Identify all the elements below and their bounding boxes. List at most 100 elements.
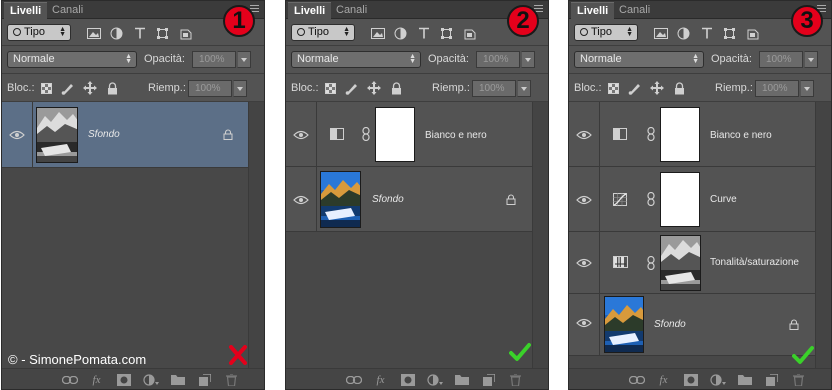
layers-scrollbar[interactable]	[248, 102, 264, 370]
layer-thumbnail-color[interactable]	[604, 296, 644, 353]
type-filter-icon[interactable]	[695, 25, 718, 41]
lock-transparency-icon[interactable]	[605, 80, 621, 96]
link-icon[interactable]	[340, 372, 367, 387]
new-layer-icon[interactable]	[758, 372, 785, 387]
layer-name[interactable]: Tonalità/saturazione	[710, 257, 799, 268]
adjustment-icon[interactable]	[704, 372, 731, 387]
layer-name[interactable]: Bianco e nero	[710, 130, 772, 141]
lock-transparency-icon[interactable]	[322, 80, 338, 96]
adjustment-filter-icon[interactable]	[672, 25, 695, 41]
filter-kind-select[interactable]: Tipo ▲ ▼	[574, 24, 638, 41]
link-icon[interactable]	[623, 372, 650, 387]
shape-filter-icon[interactable]	[151, 25, 174, 41]
trash-icon[interactable]	[218, 372, 245, 387]
shape-filter-icon[interactable]	[718, 25, 741, 41]
layers-scrollbar[interactable]	[532, 102, 548, 370]
layer-row-sfondo[interactable]: Sfondo	[569, 294, 817, 356]
fx-icon[interactable]: fx	[83, 372, 110, 387]
tab-layers[interactable]: Livelli	[571, 2, 615, 19]
layers-scrollbar[interactable]	[815, 102, 831, 370]
pixel-filter-icon[interactable]	[649, 25, 672, 41]
layer-name[interactable]: Sfondo	[372, 194, 404, 205]
folder-icon[interactable]	[164, 372, 191, 387]
chain-link-icon[interactable]	[647, 127, 655, 141]
visibility-eye-icon[interactable]	[576, 258, 592, 268]
layer-row-black-white[interactable]: Bianco e nero	[569, 102, 817, 167]
opacity-field[interactable]: 100%	[476, 51, 520, 68]
lock-transparency-icon[interactable]	[38, 80, 54, 96]
fill-field[interactable]: 100%	[472, 80, 516, 97]
pixel-filter-icon[interactable]	[366, 25, 389, 41]
adjustment-icon[interactable]	[421, 372, 448, 387]
visibility-eye-icon[interactable]	[293, 130, 309, 140]
link-icon[interactable]	[56, 372, 83, 387]
fill-dropdown-icon[interactable]	[233, 80, 247, 97]
shape-filter-icon[interactable]	[435, 25, 458, 41]
fx-icon[interactable]: fx	[650, 372, 677, 387]
tab-channels[interactable]: Canali	[330, 2, 373, 19]
folder-icon[interactable]	[448, 372, 475, 387]
folder-icon[interactable]	[731, 372, 758, 387]
visibility-eye-icon[interactable]	[9, 130, 25, 140]
black-white-icon[interactable]	[330, 128, 344, 140]
trash-icon[interactable]	[502, 372, 529, 387]
chain-link-icon[interactable]	[647, 256, 655, 270]
blend-mode-select[interactable]: Normale ▲ ▼	[291, 51, 421, 68]
layer-row-curves[interactable]: Curve	[569, 167, 817, 232]
layer-row-black-white[interactable]: Bianco e nero	[286, 102, 534, 167]
visibility-eye-icon[interactable]	[293, 195, 309, 205]
visibility-eye-icon[interactable]	[576, 318, 592, 328]
adjustment-icon[interactable]	[137, 372, 164, 387]
filter-kind-select[interactable]: Tipo ▲ ▼	[7, 24, 71, 41]
opacity-field[interactable]: 100%	[759, 51, 803, 68]
fill-field[interactable]: 100%	[188, 80, 232, 97]
smart-object-filter-icon[interactable]	[741, 25, 764, 41]
hue-saturation-icon[interactable]	[613, 256, 628, 268]
black-white-icon[interactable]	[613, 128, 627, 140]
chain-link-icon[interactable]	[362, 127, 370, 141]
tab-channels[interactable]: Canali	[46, 2, 89, 19]
visibility-eye-icon[interactable]	[576, 130, 592, 140]
opacity-dropdown-icon[interactable]	[804, 51, 818, 68]
blend-mode-select[interactable]: Normale ▲ ▼	[574, 51, 704, 68]
layer-mask-thumbnail[interactable]	[660, 172, 700, 227]
pixel-filter-icon[interactable]	[82, 25, 105, 41]
fill-dropdown-icon[interactable]	[800, 80, 814, 97]
tab-layers[interactable]: Livelli	[4, 2, 48, 19]
layer-name[interactable]: Curve	[710, 194, 737, 205]
lock-position-icon[interactable]	[366, 80, 382, 96]
type-filter-icon[interactable]	[412, 25, 435, 41]
adjustment-filter-icon[interactable]	[105, 25, 128, 41]
filter-kind-select[interactable]: Tipo ▲ ▼	[291, 24, 355, 41]
layer-thumbnail-color[interactable]	[320, 171, 361, 228]
layer-row-sfondo[interactable]: Sfondo	[2, 102, 250, 168]
opacity-field[interactable]: 100%	[192, 51, 236, 68]
lock-position-icon[interactable]	[649, 80, 665, 96]
layer-name[interactable]: Bianco e nero	[425, 130, 487, 141]
tab-channels[interactable]: Canali	[613, 2, 656, 19]
lock-all-icon[interactable]	[671, 80, 687, 96]
lock-position-icon[interactable]	[82, 80, 98, 96]
lock-pixels-icon[interactable]	[344, 80, 360, 96]
chain-link-icon[interactable]	[647, 192, 655, 206]
fill-field[interactable]: 100%	[755, 80, 799, 97]
layer-thumbnail-bw[interactable]	[660, 235, 701, 291]
smart-object-filter-icon[interactable]	[174, 25, 197, 41]
lock-pixels-icon[interactable]	[627, 80, 643, 96]
blend-mode-select[interactable]: Normale ▲ ▼	[7, 51, 137, 68]
trash-icon[interactable]	[785, 372, 812, 387]
layer-name[interactable]: Sfondo	[654, 319, 686, 330]
curves-icon[interactable]	[613, 193, 627, 206]
fx-icon[interactable]: fx	[367, 372, 394, 387]
lock-all-icon[interactable]	[388, 80, 404, 96]
visibility-eye-icon[interactable]	[576, 195, 592, 205]
mask-icon[interactable]	[394, 372, 421, 387]
fill-dropdown-icon[interactable]	[517, 80, 531, 97]
new-layer-icon[interactable]	[475, 372, 502, 387]
smart-object-filter-icon[interactable]	[458, 25, 481, 41]
mask-icon[interactable]	[677, 372, 704, 387]
new-layer-icon[interactable]	[191, 372, 218, 387]
layer-mask-thumbnail[interactable]	[375, 107, 415, 162]
adjustment-filter-icon[interactable]	[389, 25, 412, 41]
mask-icon[interactable]	[110, 372, 137, 387]
